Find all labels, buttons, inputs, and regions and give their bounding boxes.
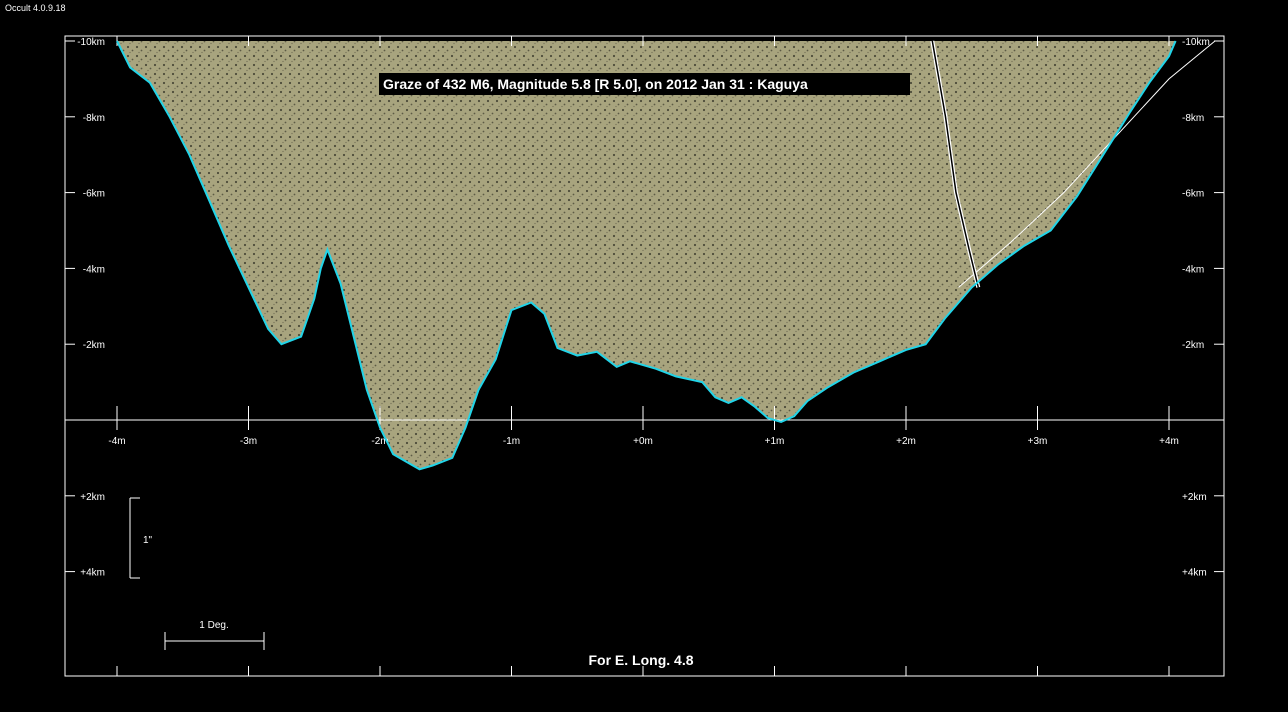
vertical-scale-label: 1" bbox=[143, 535, 153, 546]
x-tick-label: -3m bbox=[240, 436, 257, 447]
y-tick-label-right: +4km bbox=[1182, 568, 1207, 579]
y-tick-label-left: -8km bbox=[83, 113, 105, 124]
x-tick-label: +3m bbox=[1028, 436, 1048, 447]
y-tick-label-left: +2km bbox=[80, 492, 105, 503]
y-tick-label-left: -6km bbox=[83, 189, 105, 200]
graze-chart: -4m -3m -2m -1m +0m +1m +2m +3m +4m-10km -10km-8k… bbox=[64, 35, 1225, 677]
lunar-terrain-fill bbox=[117, 41, 1176, 470]
y-tick-label-right: -10km bbox=[1182, 37, 1210, 48]
y-tick-label-right: -2km bbox=[1182, 340, 1204, 351]
x-tick-label: -1m bbox=[503, 436, 520, 447]
y-tick-label-right: -4km bbox=[1182, 264, 1204, 275]
chart-title: Graze of 432 M6, Magnitude 5.8 [R 5.0], … bbox=[383, 76, 808, 92]
x-tick-label: +0m bbox=[633, 436, 653, 447]
y-tick-label-right: +2km bbox=[1182, 492, 1207, 503]
x-tick-label: -4m bbox=[108, 436, 125, 447]
horizontal-scale-bar bbox=[164, 632, 265, 650]
y-tick-label-right: -6km bbox=[1182, 189, 1204, 200]
x-tick-label: +1m bbox=[765, 436, 785, 447]
y-tick-label-left: -4km bbox=[83, 264, 105, 275]
y-tick-label-left: +4km bbox=[80, 568, 105, 579]
y-tick-label-left: -2km bbox=[83, 340, 105, 351]
x-tick-label: +2m bbox=[896, 436, 916, 447]
y-tick-label-left: -10km bbox=[77, 37, 105, 48]
y-tick-label-right: -8km bbox=[1182, 113, 1204, 124]
horizontal-scale-label: 1 Deg. bbox=[199, 620, 228, 631]
chart-footer: For E. Long. 4.8 bbox=[588, 652, 693, 668]
vertical-scale-bar bbox=[129, 497, 140, 579]
x-tick-label: +4m bbox=[1159, 436, 1179, 447]
